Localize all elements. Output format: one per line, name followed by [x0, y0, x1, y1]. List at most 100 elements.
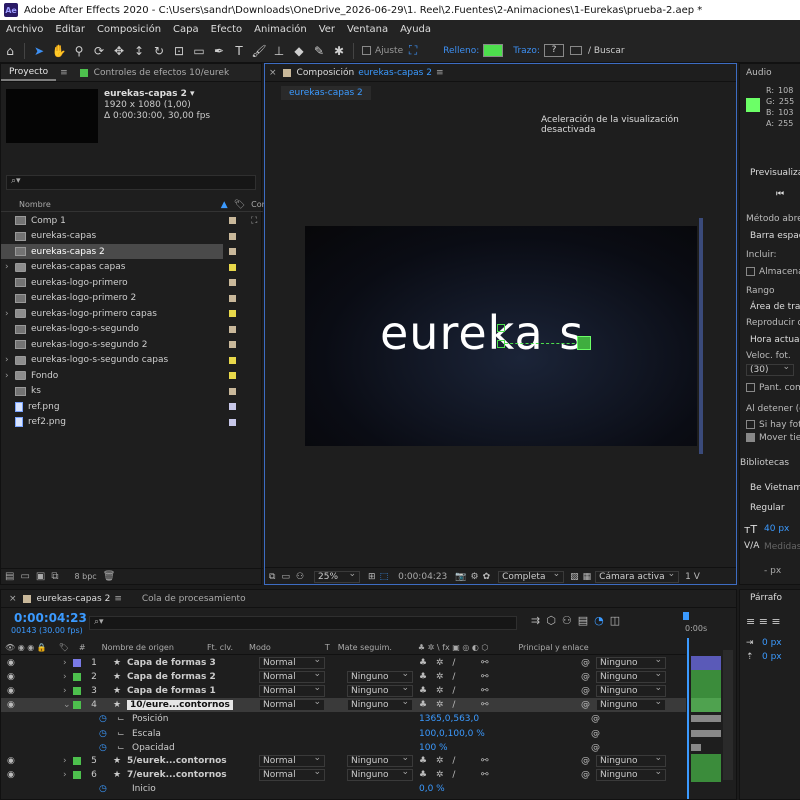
menu-ver[interactable]: Ver [313, 24, 341, 35]
layer-switch-icons[interactable]: ♣ ✲ / [419, 700, 458, 710]
parent-dropdown[interactable]: Ninguno [596, 697, 666, 711]
baseline-value[interactable]: - px [764, 566, 781, 576]
layer-bar-6[interactable] [691, 768, 721, 782]
stroke-color-swatch[interactable]: ? [543, 44, 564, 57]
project-item[interactable]: eurekas-capas [1, 229, 239, 244]
transparency-grid-icon[interactable]: ▨ [570, 572, 579, 582]
search-help-input[interactable]: / Buscar [588, 46, 625, 56]
interpret-footage-icon[interactable]: ▤ [5, 571, 14, 582]
3d-draft-icon[interactable]: ▦ [583, 572, 592, 582]
project-item[interactable]: eurekas-logo-primero [1, 275, 239, 290]
adjust-project-icon[interactable]: ⧉ [51, 571, 58, 582]
layer-expand-arrow-icon[interactable]: › [63, 686, 67, 696]
property-value[interactable]: 100,0,100,0 % [419, 729, 485, 739]
project-item[interactable]: ref2.png [1, 415, 239, 430]
motion-blur-switch-icon[interactable]: ⚯ [481, 672, 489, 682]
layer-bar-3[interactable] [691, 684, 721, 698]
layer-row[interactable]: ◉ ⌄ 4 ★ 10/eure...contornos Normal Ninguno ♣ ✲ … [1, 697, 686, 712]
work-area-start[interactable] [683, 612, 689, 620]
label-color-swatch[interactable] [229, 325, 236, 333]
mask-visibility-icon[interactable]: ⚇ [296, 572, 304, 582]
stopwatch-icon[interactable]: ◷ [99, 784, 107, 794]
cache-checkbox-row[interactable]: Almacenar [746, 267, 800, 277]
visibility-eye-icon[interactable]: ◉ [7, 700, 15, 710]
layer-label-color[interactable] [73, 757, 81, 765]
roto-brush-icon[interactable]: ✎ [309, 41, 329, 61]
track-matte-dropdown[interactable]: Ninguno [347, 683, 413, 697]
stopwatch-icon[interactable]: ◷ [99, 743, 107, 753]
layer-name[interactable]: 5/eurek...contornos [127, 756, 227, 766]
motion-blur-icon[interactable]: ◔ [594, 614, 610, 627]
expand-arrow-icon[interactable]: › [5, 371, 9, 381]
type-tool-icon[interactable]: T [229, 41, 249, 61]
timeline-search-input[interactable]: ⌕▾ [89, 616, 517, 630]
pick-whip-icon[interactable]: @ [581, 672, 590, 682]
font-family-dropdown[interactable]: Be Vietnam [750, 483, 800, 493]
track-matte-dropdown[interactable]: Ninguno [347, 767, 413, 781]
label-color-swatch[interactable] [229, 418, 236, 426]
anchor-handle[interactable] [497, 324, 505, 332]
label-color-swatch[interactable] [229, 310, 236, 317]
space-before-value[interactable]: 0 px [762, 652, 782, 662]
layer-switch-icons[interactable]: ♣ ✲ / [419, 770, 458, 780]
parent-dropdown[interactable]: Ninguno [596, 767, 666, 781]
comp-viewer-canvas[interactable]: eureka s [305, 226, 697, 446]
layer-mode-dropdown[interactable]: Normal [259, 753, 325, 767]
layer-row[interactable]: ◉ › 6 ★ 7/eurek...contornos Normal Ninguno ♣ ✲ … [1, 767, 686, 782]
font-size-value[interactable]: 40 px [764, 524, 789, 534]
close-icon[interactable]: × [269, 68, 277, 78]
menu-ventana[interactable]: Ventana [341, 24, 394, 35]
menu-composicion[interactable]: Composición [91, 24, 167, 35]
expand-arrow-icon[interactable]: › [5, 262, 9, 272]
zoom-dropdown[interactable]: 25% [314, 569, 361, 583]
tab-render-queue[interactable]: Cola de procesamiento [142, 594, 246, 604]
column-name-header[interactable]: Nombre [19, 200, 51, 209]
layer-mode-dropdown[interactable]: Normal [259, 669, 325, 683]
layer-label-color[interactable] [73, 673, 81, 681]
layer-expand-arrow-icon[interactable]: › [63, 672, 67, 682]
pick-whip-icon[interactable]: @ [581, 700, 590, 710]
panel-menu-icon[interactable]: ≡ [114, 594, 122, 604]
new-folder-icon[interactable]: ▭ [20, 571, 29, 582]
layer-expand-arrow-icon[interactable]: › [63, 756, 67, 766]
project-item[interactable]: › eurekas-capas capas [1, 260, 239, 275]
visibility-eye-icon[interactable]: ◉ [7, 658, 15, 668]
label-color-swatch[interactable] [229, 279, 236, 286]
layer-name[interactable]: Capa de formas 2 [127, 672, 216, 682]
preview-tab[interactable]: Previsualizaci [750, 168, 800, 178]
visibility-eye-icon[interactable]: ◉ [7, 756, 15, 766]
layer-expand-arrow-icon[interactable]: ⌄ [63, 700, 71, 710]
anchor-handle[interactable] [497, 340, 505, 348]
current-timecode[interactable]: 0:00:04:23 [398, 572, 447, 582]
home-icon[interactable]: ⌂ [0, 41, 20, 61]
zoom-tool-icon[interactable]: ⚲ [69, 41, 89, 61]
dolly-camera-icon[interactable]: ↕ [129, 41, 149, 61]
label-tag-icon[interactable]: 🏷 [234, 200, 245, 210]
label-color-swatch[interactable] [229, 372, 236, 379]
fullscreen-checkbox-row[interactable]: Pant. comp [746, 383, 800, 393]
project-item[interactable]: eurekas-logo-s-segundo [1, 322, 239, 337]
sort-arrow-icon[interactable]: ▲ [221, 200, 228, 210]
keyframe-track-scale[interactable] [691, 730, 721, 737]
comp-mini-flowchart-icon[interactable]: ⇉ [531, 614, 546, 627]
label-color-swatch[interactable] [229, 341, 236, 348]
layer-label-color[interactable] [73, 659, 81, 667]
new-comp-icon[interactable]: ▣ [36, 571, 45, 582]
pick-whip-icon[interactable]: @ [581, 658, 590, 668]
motion-blur-switch-icon[interactable]: ⚯ [481, 658, 489, 668]
layer-bar-1[interactable] [691, 656, 721, 670]
label-color-swatch[interactable] [229, 263, 236, 271]
menu-efecto[interactable]: Efecto [205, 24, 249, 35]
grid-icon[interactable]: ⊞ [368, 572, 376, 582]
eraser-tool-icon[interactable]: ◆ [289, 41, 309, 61]
show-snapshot-icon[interactable]: ⚙ [471, 572, 479, 582]
rotate-tool-icon[interactable]: ↻ [149, 41, 169, 61]
layer-bar-5[interactable] [691, 754, 721, 768]
puppet-pin-icon[interactable]: ✱ [329, 41, 349, 61]
column-source-name-header[interactable]: Nombre de origen [102, 643, 174, 652]
keyframe-track-opacity[interactable] [691, 744, 701, 751]
range-dropdown[interactable]: Área de trab [750, 302, 800, 312]
layer-mode-dropdown[interactable]: Normal [259, 767, 325, 781]
layer-label-color[interactable] [73, 701, 81, 709]
viewer-scrollbar[interactable] [699, 218, 703, 454]
